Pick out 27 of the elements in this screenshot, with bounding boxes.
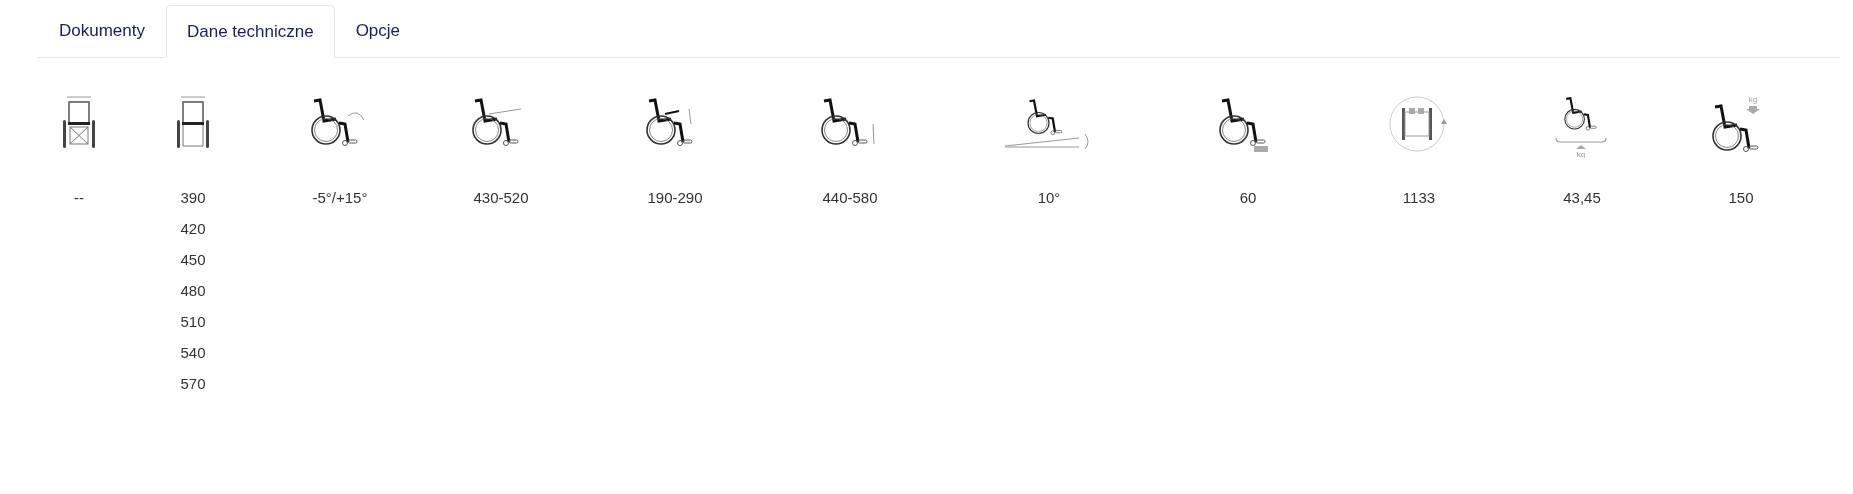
- spec-value: 1133: [1402, 188, 1436, 207]
- wheelchair-icon: [1564, 97, 1597, 131]
- spec-value: 540: [180, 343, 206, 362]
- tab[interactable]: Opcje: [334, 5, 422, 57]
- unit-label: kg: [1576, 150, 1586, 158]
- spec-value: 150: [1728, 188, 1754, 207]
- tab[interactable]: Dane techniczne: [166, 5, 335, 58]
- spec-value: 390: [180, 188, 206, 207]
- spec-value: 430-520: [473, 188, 529, 207]
- spec-value: --: [74, 188, 84, 207]
- spec-value: 10°: [1037, 188, 1061, 207]
- unit-label: kg: [1748, 95, 1758, 104]
- wheelchair-icon: [1712, 104, 1759, 152]
- spec-value: 510: [180, 312, 206, 331]
- spec-value: 43,45: [1563, 188, 1601, 207]
- arrow-icon: [1746, 106, 1760, 114]
- spec-value: 450: [180, 250, 206, 269]
- arrow-icon: [1576, 145, 1586, 149]
- spec-value: 60: [1239, 188, 1257, 207]
- spec-value: 570: [180, 374, 206, 393]
- spec-value: -5°/+15°: [312, 188, 368, 207]
- spec-value: 480: [180, 281, 206, 300]
- scale-icon: [1555, 137, 1607, 143]
- tab[interactable]: Dokumenty: [38, 5, 166, 57]
- spec-value: 420: [180, 219, 206, 238]
- spec-value: 440-580: [822, 188, 878, 207]
- spec-value: 190-290: [647, 188, 703, 207]
